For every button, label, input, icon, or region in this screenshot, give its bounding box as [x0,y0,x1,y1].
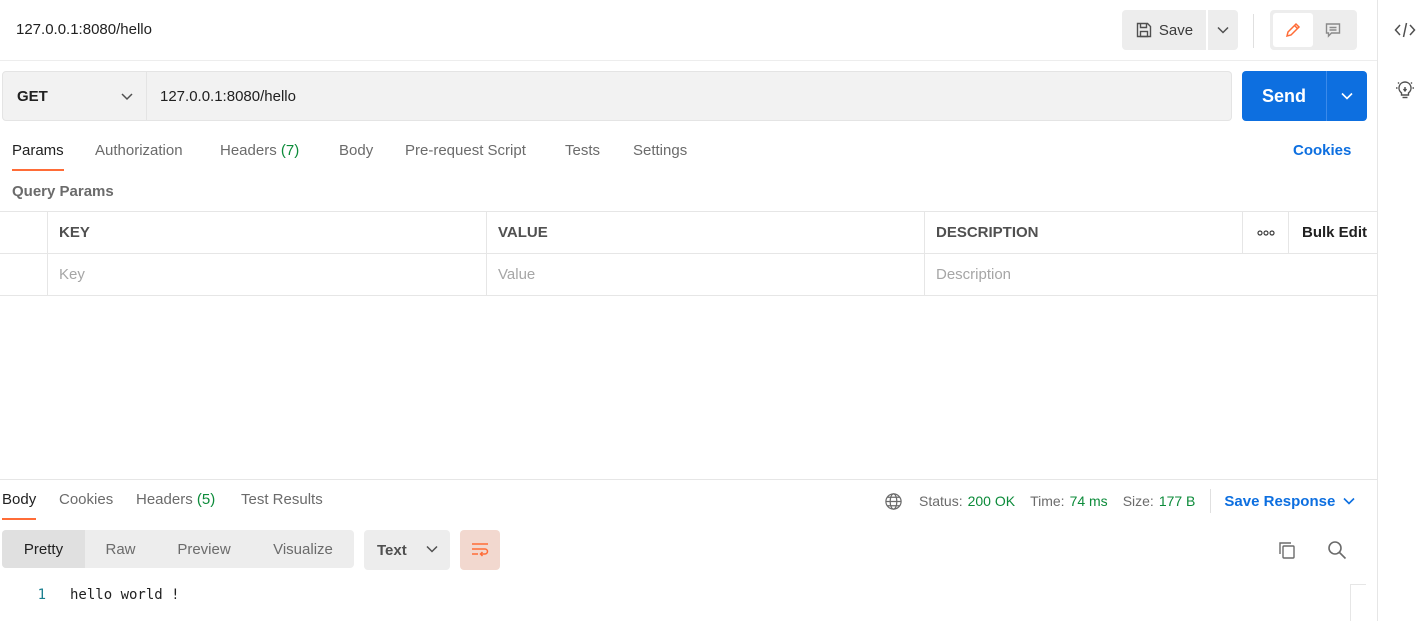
request-title[interactable]: 127.0.0.1:8080/hello [16,21,152,38]
column-description: DESCRIPTION [924,212,1242,253]
tab-body[interactable]: Body [339,139,373,171]
save-label: Save [1158,21,1194,39]
tab-headers-label: Headers [220,142,277,159]
row-checkbox-column [0,212,47,253]
copy-icon[interactable] [1276,539,1298,561]
comment-icon [1325,23,1341,38]
response-scrollbar[interactable] [1350,584,1366,621]
editor-mode-toggle [1270,10,1357,50]
response-format-select[interactable]: Text [364,530,450,570]
view-preview-button[interactable]: Preview [156,530,252,568]
response-status-bar: Status: 200 OK Time: 74 ms Size: 177 B S… [884,489,1355,513]
send-button[interactable]: Send [1242,71,1326,121]
size-value[interactable]: 177 B [1159,493,1196,509]
response-tab-headers[interactable]: Headers (5) [136,489,215,520]
send-options-button[interactable] [1326,71,1367,121]
request-workspace: 127.0.0.1:8080/hello Save GET 127.0.0.1:… [0,0,1377,621]
response-headers-count: (5) [196,491,216,508]
chevron-down-icon [121,93,133,101]
save-response-label: Save Response [1224,492,1336,510]
wrap-lines-button[interactable] [460,530,500,570]
table-row: Key Value Description [0,254,1377,296]
tab-authorization[interactable]: Authorization [95,139,183,171]
status-label: Status: [919,493,963,509]
table-header-row: KEY VALUE DESCRIPTION Bulk Edit [0,212,1377,254]
response-divider[interactable] [0,479,1377,480]
search-icon[interactable] [1326,539,1348,561]
view-pretty-button[interactable]: Pretty [2,530,85,568]
globe-icon[interactable] [884,492,903,511]
line-number: 1 [37,587,46,603]
row-checkbox-cell [0,254,47,295]
response-tab-body[interactable]: Body [2,489,37,520]
response-view-modes: Pretty Raw Preview Visualize [2,530,354,568]
column-key: KEY [47,212,486,253]
query-params-title: Query Params [12,183,114,200]
line-content[interactable]: hello world ! [70,587,180,603]
view-raw-button[interactable]: Raw [85,530,156,568]
save-options-button[interactable] [1208,10,1238,50]
response-tab-test-results[interactable]: Test Results [241,489,323,520]
comments-mode-button[interactable] [1313,13,1353,47]
send-button-group: Send [1242,71,1367,121]
time-value[interactable]: 74 ms [1070,493,1108,509]
request-header: 127.0.0.1:8080/hello Save [0,0,1377,61]
chevron-down-icon [1217,26,1229,34]
save-icon [1136,22,1152,38]
edit-mode-button[interactable] [1273,13,1313,47]
save-response-button[interactable]: Save Response [1224,493,1355,510]
column-options-button[interactable] [1242,212,1288,253]
bulk-edit-button[interactable]: Bulk Edit [1288,212,1377,253]
more-options-icon [1256,229,1275,236]
method-select[interactable]: GET [2,71,147,121]
chevron-down-icon [1343,497,1355,505]
lightbulb-icon [1396,81,1414,99]
param-value-input[interactable]: Value [486,254,924,295]
status-value[interactable]: 200 OK [968,493,1015,509]
toolbar-divider [1253,14,1254,48]
tab-pre-request-script[interactable]: Pre-request Script [405,139,526,171]
url-input[interactable]: 127.0.0.1:8080/hello [147,71,1232,121]
suggestions-button[interactable] [1394,79,1416,101]
chevron-down-icon [1341,92,1353,100]
response-tab-cookies[interactable]: Cookies [59,489,113,520]
edit-icon [1285,22,1301,38]
view-visualize-button[interactable]: Visualize [252,530,354,568]
query-params-table: KEY VALUE DESCRIPTION Bulk Edit Key Valu… [0,211,1377,296]
time-label: Time: [1030,493,1065,509]
param-description-input[interactable]: Description [924,254,1377,295]
cookies-link[interactable]: Cookies [1293,142,1351,159]
tab-headers[interactable]: Headers (7) [220,139,299,171]
column-value: VALUE [486,212,924,253]
tab-params[interactable]: Params [12,139,64,171]
tab-settings[interactable]: Settings [633,139,687,171]
save-button[interactable]: Save [1122,10,1206,50]
response-headers-label: Headers [136,491,193,508]
code-snippet-button[interactable] [1394,19,1416,41]
param-key-input[interactable]: Key [47,254,486,295]
wrap-lines-icon [472,543,489,557]
tab-tests[interactable]: Tests [565,139,600,171]
response-body-line: 1 hello world ! [0,584,1350,606]
code-icon [1394,22,1416,38]
chevron-down-icon [426,545,438,553]
status-divider [1210,489,1212,513]
format-value: Text [377,541,407,559]
size-label: Size: [1122,493,1154,509]
save-button-group: Save [1122,10,1238,50]
headers-count: (7) [280,142,300,159]
method-value: GET [17,87,48,105]
right-sidebar [1377,0,1423,621]
